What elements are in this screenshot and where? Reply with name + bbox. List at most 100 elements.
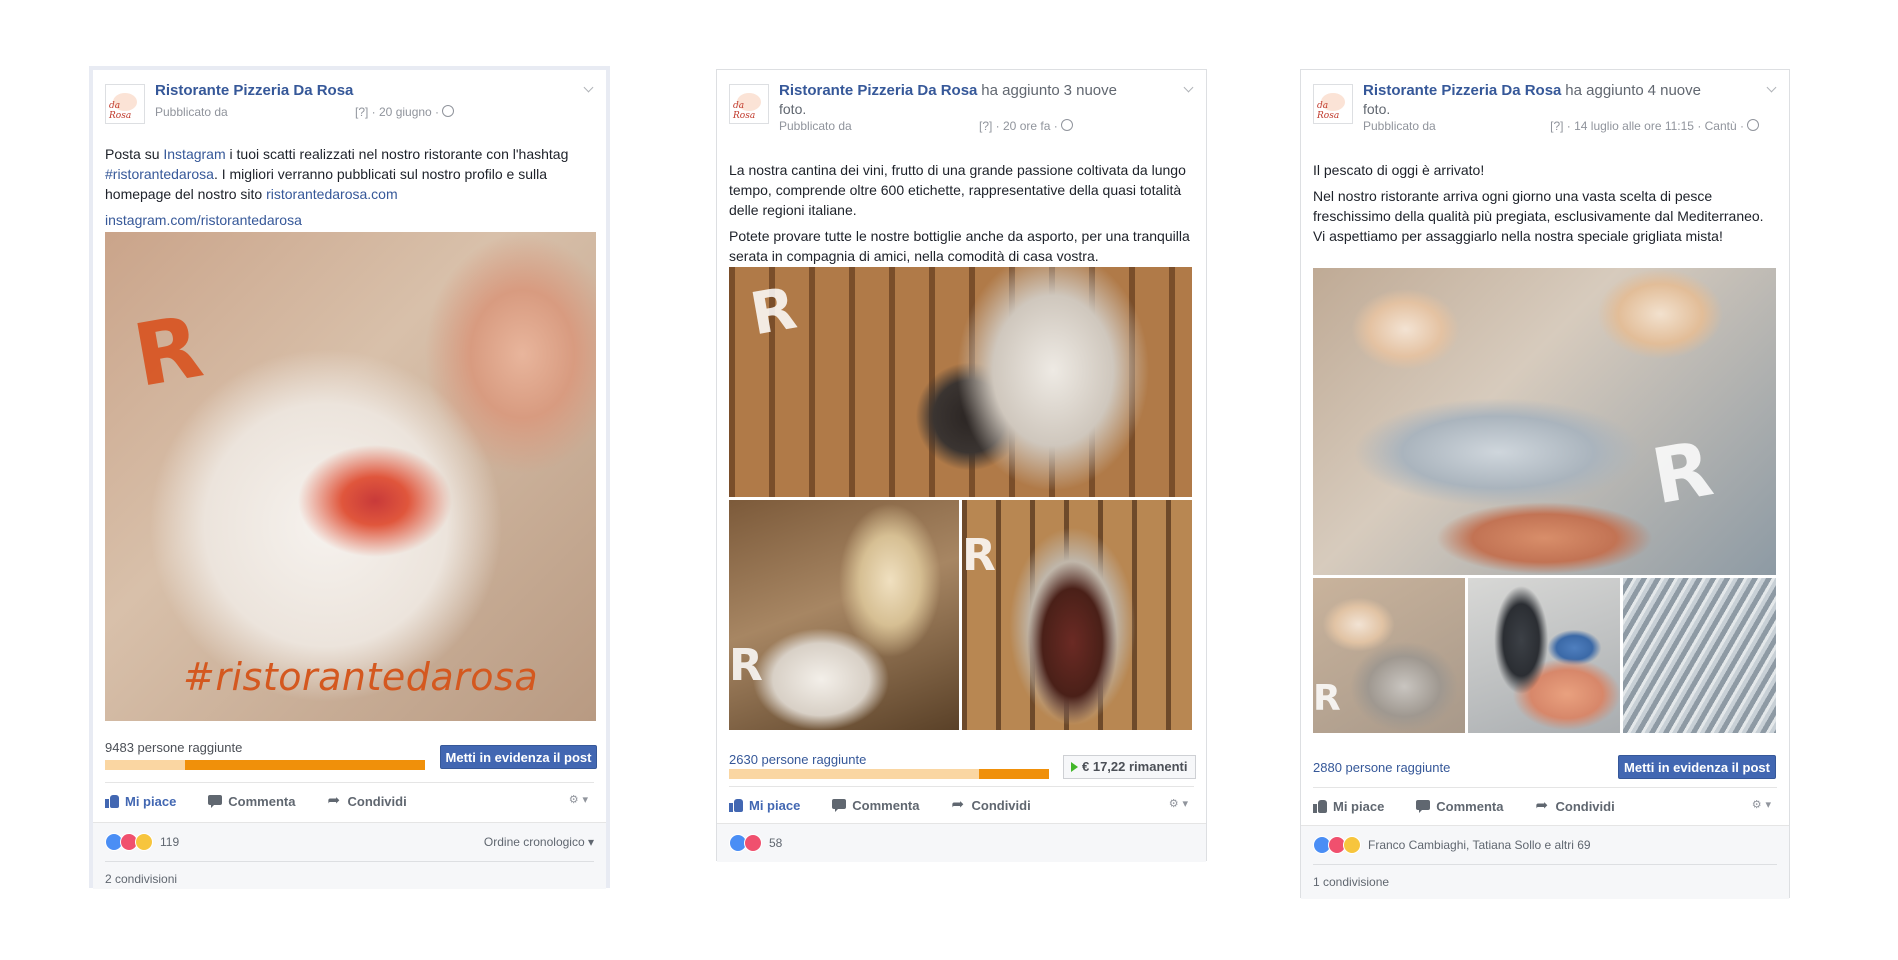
like-icon — [729, 798, 743, 812]
post-timestamp[interactable]: [?] · 20 ore fa · — [979, 119, 1058, 133]
reach-bar — [729, 769, 1049, 779]
share-label: Condividi — [347, 793, 407, 809]
reach-count: 2630 persone raggiunte — [729, 752, 866, 767]
audience-selector-icon[interactable]: ⚙ ▾ — [569, 793, 588, 806]
post-header: da Rosa Ristorante Pizzeria Da Rosa ha a… — [1301, 70, 1789, 140]
post-actions: Mi piace Commenta Condividi ⚙ ▾ — [1313, 787, 1777, 824]
post-body: Il pescato di oggi è arrivato! Nel nostr… — [1301, 160, 1789, 246]
comment-icon — [1416, 799, 1431, 813]
reach-bar-fill — [978, 769, 1049, 779]
shares-label[interactable]: 2 condivisioni — [105, 872, 177, 886]
share-button[interactable]: Condividi — [951, 795, 1030, 813]
shares-count: 2 condivisioni — [105, 861, 594, 896]
logo-watermark: R — [962, 530, 996, 581]
wow-reaction-icon — [135, 833, 153, 851]
reactions-row[interactable]: 119 Ordine cronologico ▾ — [93, 823, 606, 861]
chevron-down-icon[interactable] — [1767, 84, 1777, 94]
reactions-count[interactable]: 58 — [769, 836, 782, 850]
boost-post-button[interactable]: Metti in evidenza il post — [440, 745, 597, 769]
reactions-row[interactable]: 58 — [717, 824, 1206, 862]
published-by: Pubblicato da — [1363, 119, 1436, 133]
page-avatar[interactable]: da Rosa — [1313, 84, 1353, 124]
audience-selector-icon[interactable]: ⚙ ▾ — [1169, 797, 1188, 810]
post-photo-fish-display[interactable]: R — [1313, 268, 1776, 575]
boost-post-button[interactable]: Metti in evidenza il post — [1618, 755, 1776, 779]
budget-remaining-button[interactable]: € 17,22 rimanenti — [1063, 755, 1196, 779]
chevron-down-icon[interactable] — [1184, 84, 1194, 94]
comment-button[interactable]: Commenta — [1416, 799, 1503, 814]
post-meta-row: Pubblicato da [?] · 20 giugno · — [155, 105, 576, 119]
logo-watermark: R — [1313, 678, 1341, 719]
post-timestamp[interactable]: [?] · 14 luglio alle ore 11:15 · Cantù · — [1550, 119, 1744, 133]
shares-count: 1 condivisione — [1313, 864, 1777, 899]
post-photo-wine-bottle[interactable]: R — [729, 267, 1192, 497]
reactions-names[interactable]: Franco Cambiaghi, Tatiana Sollo e altri … — [1368, 838, 1591, 852]
globe-icon — [442, 105, 455, 117]
avatar-logo-text: da Rosa — [1317, 101, 1340, 121]
post-header: da Rosa Ristorante Pizzeria Da Rosa ha a… — [717, 70, 1206, 140]
post-meta[interactable]: [?] · 20 ore fa · — [979, 119, 1176, 133]
share-label: Condividi — [1555, 798, 1615, 814]
share-button[interactable]: Condividi — [327, 791, 407, 809]
post-header: da Rosa Ristorante Pizzeria Da Rosa Pubb… — [93, 70, 606, 140]
post-photo-wine-pour[interactable]: R — [729, 500, 959, 730]
comment-label: Commenta — [852, 797, 920, 813]
reach-count: 9483 persone raggiunte — [105, 740, 242, 755]
post-meta[interactable]: [?] · 20 giugno · — [355, 105, 576, 119]
page-avatar[interactable]: da Rosa — [105, 84, 145, 124]
post-photo-anchovies[interactable] — [1623, 578, 1776, 733]
reactions-section: 119 Ordine cronologico ▾ 2 condivisioni — [93, 822, 606, 889]
post-photo-dish[interactable]: R #ristorantedarosa — [105, 232, 596, 721]
post-actions: Mi piace Commenta Condividi ⚙ ▾ — [105, 782, 594, 819]
post-meta[interactable]: [?] · 14 luglio alle ore 11:15 · Cantù · — [1489, 119, 1759, 133]
play-icon — [1071, 762, 1078, 772]
page-avatar[interactable]: da Rosa — [729, 84, 769, 124]
reactions-count[interactable]: 119 — [160, 835, 179, 849]
chevron-down-icon[interactable] — [584, 84, 594, 94]
like-label: Mi piace — [749, 797, 801, 813]
hashtag-link[interactable]: #ristorantedarosa — [105, 166, 214, 182]
share-button[interactable]: Condividi — [1535, 796, 1615, 814]
post-photo-shellfish[interactable]: R — [1313, 578, 1465, 733]
comment-order-dropdown[interactable]: Ordine cronologico ▾ — [484, 835, 594, 849]
post-action-cont: foto. — [779, 101, 807, 117]
comment-label: Commenta — [228, 793, 296, 809]
like-button[interactable]: Mi piace — [1313, 799, 1384, 814]
logo-watermark: R — [1645, 423, 1719, 522]
globe-icon — [1747, 119, 1759, 131]
wow-reaction-icon — [1343, 836, 1361, 854]
like-button[interactable]: Mi piace — [105, 794, 176, 809]
website-link[interactable]: ristorantedarosa.com — [266, 186, 398, 202]
logo-watermark: R — [729, 640, 763, 691]
page-name-link[interactable]: Ristorante Pizzeria Da Rosa — [779, 82, 977, 99]
reach-label: 2630 persone raggiunte — [729, 752, 867, 767]
post-action-text: ha aggiunto — [1565, 82, 1644, 99]
reach-count: 2880 persone raggiunte — [1313, 760, 1450, 775]
photo-count-link[interactable]: 3 nuove — [1064, 82, 1117, 99]
comment-button[interactable]: Commenta — [208, 794, 295, 809]
like-label: Mi piace — [125, 793, 177, 809]
post-body: La nostra cantina dei vini, frutto di un… — [717, 160, 1206, 266]
page-name-link[interactable]: Ristorante Pizzeria Da Rosa — [1363, 82, 1561, 99]
post-photo-sommelier[interactable]: R — [962, 500, 1192, 730]
share-icon — [1535, 796, 1549, 814]
photo-count-link[interactable]: 4 nuove — [1648, 82, 1701, 99]
page-name-link[interactable]: Ristorante Pizzeria Da Rosa — [155, 82, 353, 99]
audience-selector-icon[interactable]: ⚙ ▾ — [1752, 798, 1771, 811]
post-action-cont: foto. — [1363, 101, 1391, 117]
like-button[interactable]: Mi piace — [729, 798, 800, 813]
post-timestamp[interactable]: [?] · 20 giugno · — [355, 105, 439, 119]
post-fresh-fish: da Rosa Ristorante Pizzeria Da Rosa ha a… — [1300, 69, 1790, 899]
instagram-link[interactable]: Instagram — [163, 146, 225, 162]
comment-label: Commenta — [1436, 798, 1504, 814]
post-meta-row: Pubblicato da [?] · 20 ore fa · — [779, 119, 1176, 133]
post-photo-chef-fish[interactable] — [1468, 578, 1620, 733]
reactions-section: 58 — [717, 823, 1206, 862]
post-action-text: ha aggiunto — [981, 82, 1060, 99]
reach-label: 9483 persone raggiunte — [105, 740, 243, 755]
post-wine-cellar: da Rosa Ristorante Pizzeria Da Rosa ha a… — [716, 69, 1207, 862]
instagram-url-link[interactable]: instagram.com/ristorantedarosa — [105, 210, 594, 230]
reactions-row[interactable]: Franco Cambiaghi, Tatiana Sollo e altri … — [1301, 826, 1789, 864]
comment-button[interactable]: Commenta — [832, 798, 919, 813]
shares-label[interactable]: 1 condivisione — [1313, 875, 1389, 889]
